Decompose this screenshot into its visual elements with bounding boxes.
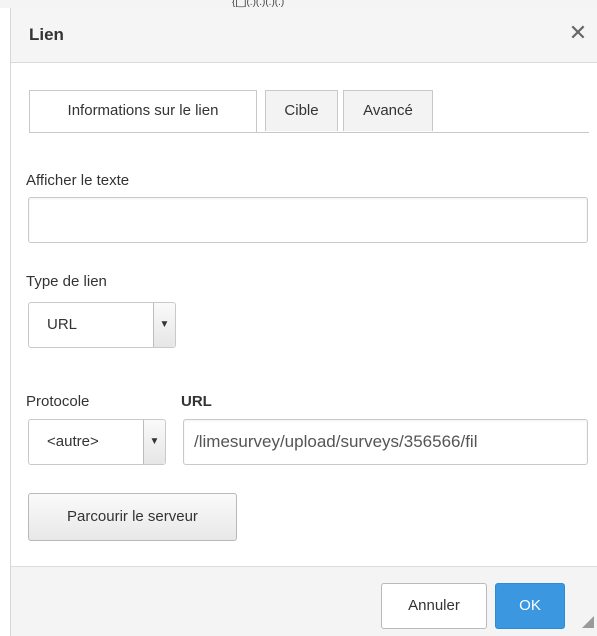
link-type-value: URL [47, 316, 78, 333]
tab-label: Informations sur le lien [67, 102, 219, 119]
ok-button[interactable]: OK [495, 583, 565, 629]
background-text-fragment: {[_](.)(.)(.)(.) [232, 0, 285, 8]
link-type-select[interactable]: URL ▼ [28, 302, 176, 348]
dialog-header: Lien ✕ [11, 8, 597, 63]
display-text-label: Afficher le texte [26, 172, 130, 189]
url-input[interactable]: /limesurvey/upload/surveys/356566/fil [183, 419, 588, 465]
protocol-label: Protocole [26, 393, 90, 410]
protocol-value: <autre> [47, 433, 99, 450]
close-icon[interactable]: ✕ [566, 21, 590, 45]
display-text-input[interactable] [28, 197, 588, 243]
protocol-select[interactable]: <autre> ▼ [28, 419, 166, 465]
dialog-title: Lien [29, 25, 64, 44]
tab-bar: Informations sur le lien Cible Avancé [29, 90, 589, 133]
dialog-footer: Annuler OK [11, 566, 597, 636]
tab-label: Cible [284, 102, 319, 119]
top-strip: {[_](.)(.)(.)(.) [0, 0, 597, 8]
tab-label: Avancé [363, 102, 413, 119]
tab-target[interactable]: Cible [265, 90, 338, 131]
link-dialog: Lien ✕ Informations sur le lien Cible Av… [10, 8, 597, 636]
resize-grip-icon[interactable] [582, 616, 594, 628]
tab-link-info[interactable]: Informations sur le lien [29, 90, 257, 132]
dropdown-arrow-icon[interactable]: ▼ [153, 303, 175, 347]
tab-advanced[interactable]: Avancé [343, 90, 433, 131]
dropdown-arrow-icon[interactable]: ▼ [143, 420, 165, 464]
cancel-button[interactable]: Annuler [381, 583, 487, 629]
link-type-label: Type de lien [26, 273, 107, 290]
browse-server-button[interactable]: Parcourir le serveur [28, 493, 237, 541]
url-label: URL [181, 393, 212, 410]
